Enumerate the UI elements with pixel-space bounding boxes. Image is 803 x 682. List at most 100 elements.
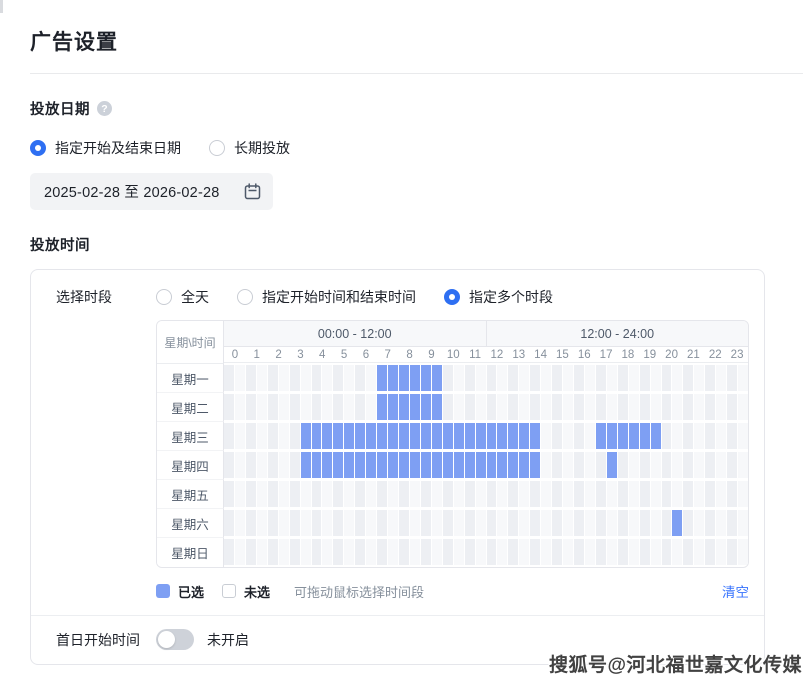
schedule-cell[interactable] [257, 365, 267, 391]
schedule-cell-selected[interactable] [421, 365, 431, 391]
schedule-cell[interactable] [738, 365, 748, 391]
schedule-cell-selected[interactable] [508, 452, 518, 478]
schedule-cell[interactable] [640, 394, 650, 420]
delivery-date-option-1[interactable]: 指定开始及结束日期 [30, 138, 181, 158]
schedule-cell[interactable] [268, 365, 278, 391]
schedule-cell[interactable] [530, 365, 540, 391]
schedule-cell[interactable] [563, 423, 573, 449]
schedule-cell[interactable] [552, 481, 562, 507]
schedule-cell-selected[interactable] [399, 423, 409, 449]
schedule-cell[interactable] [268, 423, 278, 449]
schedule-cell[interactable] [552, 365, 562, 391]
schedule-cell[interactable] [301, 481, 311, 507]
schedule-cell-selected[interactable] [421, 394, 431, 420]
schedule-cell[interactable] [651, 539, 661, 565]
schedule-cell[interactable] [596, 539, 606, 565]
schedule-cell[interactable] [497, 510, 507, 536]
schedule-cell[interactable] [519, 510, 529, 536]
schedule-cell-selected[interactable] [301, 423, 311, 449]
schedule-cell[interactable] [651, 365, 661, 391]
schedule-cell[interactable] [279, 481, 289, 507]
schedule-cell[interactable] [333, 365, 343, 391]
schedule-cell[interactable] [290, 510, 300, 536]
schedule-cell-selected[interactable] [432, 452, 442, 478]
schedule-cell-selected[interactable] [377, 394, 387, 420]
schedule-cell[interactable] [246, 539, 256, 565]
schedule-cell-selected[interactable] [432, 423, 442, 449]
schedule-cell[interactable] [738, 452, 748, 478]
schedule-cell[interactable] [607, 481, 617, 507]
schedule-cell[interactable] [508, 365, 518, 391]
schedule-cell[interactable] [574, 365, 584, 391]
schedule-cell[interactable] [344, 394, 354, 420]
schedule-cell[interactable] [508, 481, 518, 507]
schedule-cell[interactable] [694, 510, 704, 536]
schedule-cell[interactable] [443, 394, 453, 420]
schedule-cell-selected[interactable] [333, 423, 343, 449]
schedule-cell[interactable] [322, 481, 332, 507]
schedule-cell[interactable] [705, 394, 715, 420]
schedule-cell-selected[interactable] [651, 423, 661, 449]
schedule-cell[interactable] [672, 423, 682, 449]
schedule-cell-selected[interactable] [388, 423, 398, 449]
schedule-cell[interactable] [607, 365, 617, 391]
schedule-cell[interactable] [596, 452, 606, 478]
schedule-cell[interactable] [443, 510, 453, 536]
radio-selected-icon[interactable] [30, 140, 46, 156]
schedule-cell[interactable] [487, 365, 497, 391]
radio-unselected-icon[interactable] [237, 289, 253, 305]
schedule-cell-selected[interactable] [399, 365, 409, 391]
schedule-cell[interactable] [301, 539, 311, 565]
schedule-cell-selected[interactable] [465, 452, 475, 478]
schedule-cell-selected[interactable] [322, 423, 332, 449]
schedule-cell[interactable] [672, 365, 682, 391]
schedule-cell-selected[interactable] [596, 423, 606, 449]
schedule-cell[interactable] [465, 481, 475, 507]
schedule-cell[interactable] [366, 539, 376, 565]
schedule-cell[interactable] [454, 365, 464, 391]
schedule-cell-selected[interactable] [454, 452, 464, 478]
schedule-cell-selected[interactable] [454, 423, 464, 449]
schedule-cell[interactable] [312, 394, 322, 420]
schedule-cell[interactable] [640, 481, 650, 507]
schedule-cell[interactable] [279, 394, 289, 420]
schedule-cell[interactable] [662, 452, 672, 478]
schedule-cell[interactable] [508, 394, 518, 420]
radio-unselected-icon[interactable] [156, 289, 172, 305]
schedule-cell-selected[interactable] [344, 423, 354, 449]
schedule-cell[interactable] [421, 481, 431, 507]
schedule-cell-selected[interactable] [301, 452, 311, 478]
schedule-cell[interactable] [738, 423, 748, 449]
schedule-cell[interactable] [421, 510, 431, 536]
schedule-cell-selected[interactable] [640, 423, 650, 449]
schedule-cell[interactable] [651, 452, 661, 478]
schedule-cell[interactable] [574, 510, 584, 536]
schedule-cell[interactable] [388, 539, 398, 565]
schedule-cell[interactable] [235, 423, 245, 449]
schedule-cell[interactable] [727, 394, 737, 420]
schedule-cell-selected[interactable] [312, 423, 322, 449]
schedule-cell[interactable] [672, 452, 682, 478]
schedule-cell[interactable] [366, 481, 376, 507]
schedule-cell[interactable] [257, 394, 267, 420]
schedule-cell[interactable] [388, 510, 398, 536]
schedule-cell[interactable] [377, 510, 387, 536]
schedule-cell[interactable] [355, 539, 365, 565]
schedule-cell[interactable] [629, 452, 639, 478]
schedule-cell-selected[interactable] [432, 365, 442, 391]
schedule-cell[interactable] [651, 394, 661, 420]
schedule-cell[interactable] [333, 481, 343, 507]
schedule-cell[interactable] [465, 394, 475, 420]
schedule-cell[interactable] [651, 481, 661, 507]
schedule-cell[interactable] [246, 394, 256, 420]
schedule-cell[interactable] [290, 365, 300, 391]
schedule-cell[interactable] [322, 539, 332, 565]
calendar-icon[interactable] [244, 183, 261, 200]
schedule-cell[interactable] [301, 394, 311, 420]
schedule-cell-selected[interactable] [476, 423, 486, 449]
schedule-cell[interactable] [683, 539, 693, 565]
schedule-cell[interactable] [563, 365, 573, 391]
schedule-cell-selected[interactable] [322, 452, 332, 478]
schedule-cell[interactable] [530, 481, 540, 507]
schedule-cell[interactable] [497, 481, 507, 507]
